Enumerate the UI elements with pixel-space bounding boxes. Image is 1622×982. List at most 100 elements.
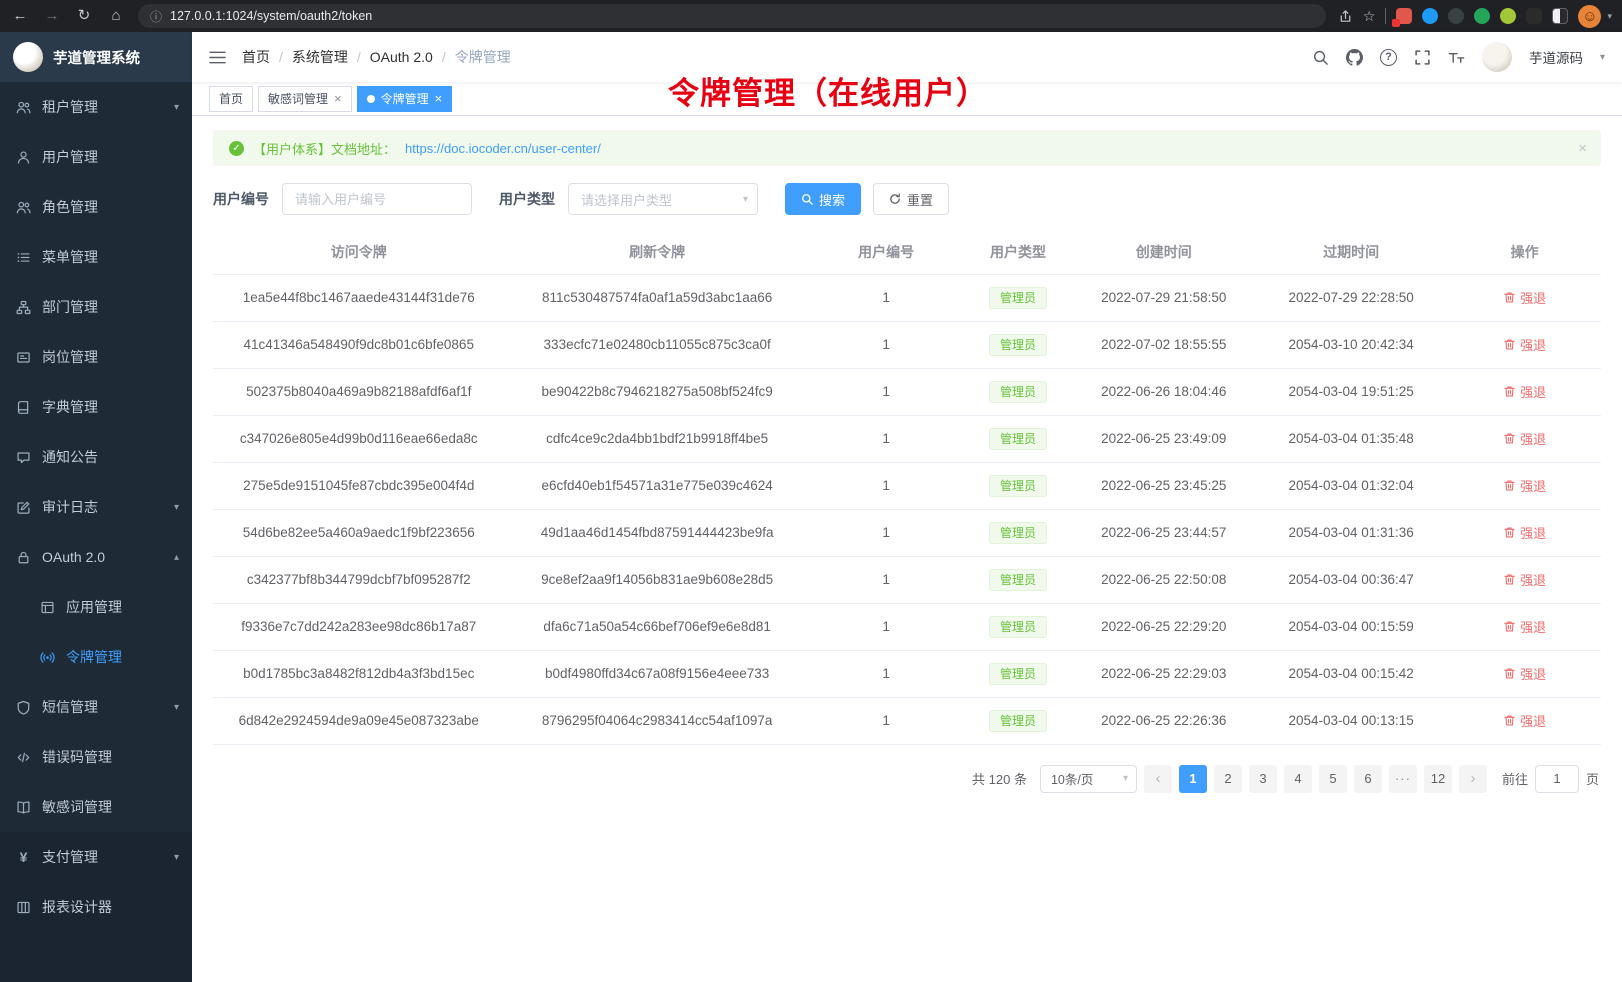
browser-reload-icon[interactable]: ↻ xyxy=(74,5,94,27)
page-button-3[interactable]: 3 xyxy=(1249,765,1277,793)
more-pages-button[interactable]: ··· xyxy=(1389,765,1417,793)
access-token-cell: 275e5de9151045fe87cbdc395e004f4d xyxy=(213,462,504,509)
sidebar-item-role[interactable]: 角色管理 xyxy=(0,182,192,232)
force-logout-button[interactable]: 强退 xyxy=(1503,523,1546,542)
sidebar-item-menu[interactable]: 菜单管理 xyxy=(0,232,192,282)
sidebar-item-tenant[interactable]: 租户管理 ▾ xyxy=(0,82,192,132)
breadcrumb-item[interactable]: 首页 xyxy=(242,47,270,67)
sidebar-item-user[interactable]: 用户管理 xyxy=(0,132,192,182)
font-size-icon[interactable] xyxy=(1448,49,1465,66)
page-button-4[interactable]: 4 xyxy=(1284,765,1312,793)
sidebar-item-label: 应用管理 xyxy=(66,597,122,617)
page-button-2[interactable]: 2 xyxy=(1214,765,1242,793)
force-logout-button[interactable]: 强退 xyxy=(1503,476,1546,495)
user-name[interactable]: 芋道源码 xyxy=(1529,47,1583,67)
sidebar-item-post[interactable]: 岗位管理 xyxy=(0,332,192,382)
page-button-6[interactable]: 6 xyxy=(1354,765,1382,793)
help-icon[interactable]: ? xyxy=(1380,49,1397,66)
collapse-sidebar-icon[interactable] xyxy=(209,49,226,66)
close-icon[interactable]: × xyxy=(435,92,443,105)
user-type-badge: 管理员 xyxy=(989,287,1047,309)
id-badge-icon xyxy=(16,350,31,365)
chevron-up-icon: ▴ xyxy=(174,552,179,563)
page-size-select[interactable]: 10条/页 ▾ xyxy=(1040,765,1137,793)
extension-icon-6[interactable] xyxy=(1526,8,1542,24)
breadcrumb-item[interactable]: OAuth 2.0 xyxy=(370,49,433,65)
user-type-cell: 管理员 xyxy=(963,321,1074,368)
browser-profile-avatar[interactable]: ☺ xyxy=(1578,5,1601,28)
prev-page-button[interactable]: ‹ xyxy=(1144,765,1172,793)
next-page-button[interactable]: › xyxy=(1459,765,1487,793)
address-bar[interactable]: ⓘ 127.0.0.1:1024/system/oauth2/token xyxy=(138,4,1326,28)
user-id-input[interactable] xyxy=(282,183,472,215)
page-button-12[interactable]: 12 xyxy=(1424,765,1452,793)
sidebar-item-token-management[interactable]: 令牌管理 xyxy=(0,632,192,682)
extension-icon-2[interactable] xyxy=(1422,8,1438,24)
force-logout-button[interactable]: 强退 xyxy=(1503,335,1546,354)
list-icon xyxy=(16,250,31,265)
extension-icon-7[interactable] xyxy=(1552,8,1568,24)
active-dot-icon xyxy=(367,95,375,103)
sidebar-item-error-code[interactable]: 错误码管理 xyxy=(0,732,192,782)
close-icon[interactable]: × xyxy=(334,92,342,105)
user-avatar[interactable] xyxy=(1482,42,1512,72)
user-id-cell: 1 xyxy=(810,650,963,697)
breadcrumb-item[interactable]: 系统管理 xyxy=(292,47,348,67)
extension-icon-5[interactable] xyxy=(1500,8,1516,24)
extension-icon-3[interactable] xyxy=(1448,8,1464,24)
access-token-cell: 502375b8040a469a9b82188afdf6af1f xyxy=(213,368,504,415)
book-open-icon xyxy=(16,800,31,815)
tab-sensitive-word[interactable]: 敏感词管理 × xyxy=(258,86,352,112)
reset-button[interactable]: 重置 xyxy=(873,183,949,215)
sidebar-item-audit-log[interactable]: 审计日志 ▾ xyxy=(0,482,192,532)
force-logout-button[interactable]: 强退 xyxy=(1503,288,1546,307)
page-button-5[interactable]: 5 xyxy=(1319,765,1347,793)
sidebar-item-sensitive-word[interactable]: 敏感词管理 xyxy=(0,782,192,832)
browser-back-icon[interactable]: ← xyxy=(10,5,30,27)
sidebar-item-notice[interactable]: 通知公告 xyxy=(0,432,192,482)
alert-close-icon[interactable]: × xyxy=(1578,140,1587,157)
force-logout-button[interactable]: 强退 xyxy=(1503,570,1546,589)
user-type-cell: 管理员 xyxy=(963,368,1074,415)
fullscreen-icon[interactable] xyxy=(1414,49,1431,66)
search-icon[interactable] xyxy=(1312,49,1329,66)
user-type-select[interactable]: 请选择用户类型 ▾ xyxy=(568,183,758,215)
expire-time-cell: 2054-03-04 00:13:15 xyxy=(1254,697,1448,744)
url-text: 127.0.0.1:1024/system/oauth2/token xyxy=(170,9,372,23)
sidebar-item-oauth[interactable]: OAuth 2.0 ▴ xyxy=(0,532,192,582)
breadcrumb-separator: / xyxy=(442,49,446,65)
share-icon[interactable] xyxy=(1338,9,1353,24)
sidebar-item-payment[interactable]: ¥ 支付管理 ▾ xyxy=(0,832,192,882)
force-logout-button[interactable]: 强退 xyxy=(1503,382,1546,401)
search-button[interactable]: 搜索 xyxy=(785,183,861,215)
site-info-icon[interactable]: ⓘ xyxy=(150,8,162,25)
browser-home-icon[interactable]: ⌂ xyxy=(106,5,126,27)
tab-home[interactable]: 首页 xyxy=(209,86,253,112)
goto-page-input[interactable] xyxy=(1535,765,1579,793)
app-header: 首页 / 系统管理 / OAuth 2.0 / 令牌管理 xyxy=(192,32,1622,82)
sidebar-item-app-management[interactable]: 应用管理 xyxy=(0,582,192,632)
tab-token-management[interactable]: 令牌管理 × xyxy=(357,86,453,112)
sidebar-item-dict[interactable]: 字典管理 xyxy=(0,382,192,432)
sidebar-item-report-designer[interactable]: 报表设计器 xyxy=(0,882,192,932)
page-button-1[interactable]: 1 xyxy=(1179,765,1207,793)
doc-link[interactable]: https://doc.iocoder.cn/user-center/ xyxy=(405,141,601,156)
force-logout-button[interactable]: 强退 xyxy=(1503,711,1546,730)
extension-icon-4[interactable] xyxy=(1474,8,1490,24)
force-logout-button[interactable]: 强退 xyxy=(1503,429,1546,448)
sidebar-item-dept[interactable]: 部门管理 xyxy=(0,282,192,332)
github-icon[interactable] xyxy=(1346,49,1363,66)
force-logout-button[interactable]: 强退 xyxy=(1503,664,1546,683)
profile-caret-icon[interactable]: ▾ xyxy=(1607,11,1612,22)
chevron-down-icon[interactable]: ▾ xyxy=(1600,52,1605,63)
bookmark-star-icon[interactable]: ☆ xyxy=(1363,8,1376,25)
force-logout-button[interactable]: 强退 xyxy=(1503,617,1546,636)
browser-forward-icon[interactable]: → xyxy=(42,5,62,27)
extension-icon-1[interactable] xyxy=(1396,8,1412,24)
action-cell: 强退 xyxy=(1448,462,1601,509)
refresh-token-cell: cdfc4ce9c2da4bb1bdf21b9918ff4be5 xyxy=(504,415,809,462)
lock-icon xyxy=(16,550,31,565)
sidebar-item-sms[interactable]: 短信管理 ▾ xyxy=(0,682,192,732)
toolbar-divider xyxy=(1385,8,1386,24)
expire-time-cell: 2054-03-04 00:36:47 xyxy=(1254,556,1448,603)
